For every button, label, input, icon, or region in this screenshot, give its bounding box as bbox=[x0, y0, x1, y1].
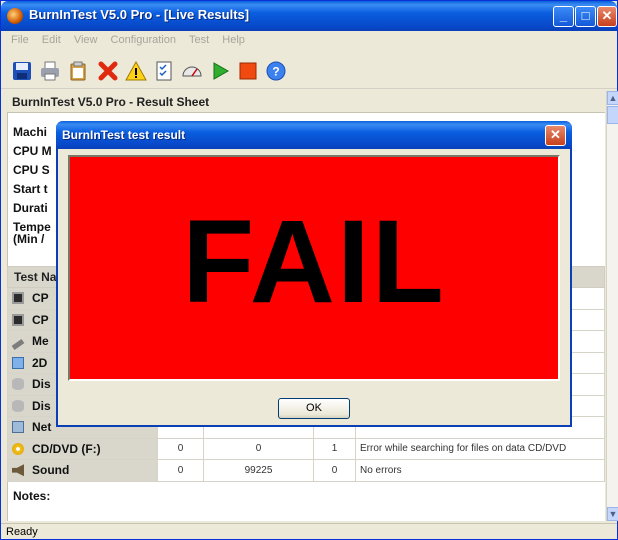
cycles-cell: 99225 bbox=[203, 459, 314, 482]
svg-text:?: ? bbox=[272, 65, 279, 79]
disk-icon bbox=[12, 378, 24, 391]
test-name: CD/DVD (F:) bbox=[32, 441, 101, 456]
cd-icon bbox=[12, 442, 24, 455]
network-icon bbox=[12, 421, 24, 434]
stop-x-icon[interactable] bbox=[97, 60, 119, 82]
test-result-dialog: BurnInTest test result ✕ FAIL OK bbox=[56, 121, 572, 427]
status-bar: Ready bbox=[1, 523, 617, 539]
speaker-icon bbox=[12, 464, 24, 477]
monitor-icon bbox=[12, 356, 24, 369]
test-name: Net bbox=[32, 420, 52, 435]
info-label-cpu-manufacturer: CPU M bbox=[13, 144, 52, 158]
test-name-cell: CD/DVD (F:) bbox=[7, 437, 158, 460]
dialog-title: BurnInTest test result bbox=[62, 128, 186, 142]
toolbar: ? bbox=[1, 51, 617, 89]
gauge-icon[interactable] bbox=[181, 60, 203, 82]
stop-icon[interactable] bbox=[237, 60, 259, 82]
message-cell: Error while searching for files on data … bbox=[355, 437, 605, 460]
info-label-temperature-range: (Min / bbox=[13, 232, 45, 246]
test-name: 2D bbox=[32, 355, 48, 370]
minimize-button[interactable]: _ bbox=[553, 6, 574, 27]
warning-icon[interactable] bbox=[125, 60, 147, 82]
cycles-cell: 0 bbox=[203, 437, 314, 460]
title-bar[interactable]: BurnInTest V5.0 Pro - [Live Results] _ □… bbox=[1, 1, 617, 31]
info-label-duration: Durati bbox=[13, 201, 48, 215]
info-label-cpu-speed: CPU S bbox=[13, 163, 50, 177]
test-name: Sound bbox=[32, 463, 70, 478]
message-cell: No errors bbox=[355, 459, 605, 482]
app-icon bbox=[7, 8, 23, 24]
vertical-scrollbar[interactable]: ▲ ▼ bbox=[606, 91, 618, 521]
scroll-thumb[interactable] bbox=[607, 106, 618, 124]
save-icon[interactable] bbox=[11, 60, 33, 82]
menu-edit[interactable]: Edit bbox=[37, 31, 66, 46]
close-button[interactable]: ✕ bbox=[597, 6, 617, 27]
checklist-icon[interactable] bbox=[153, 60, 175, 82]
errors-cell: 0 bbox=[157, 437, 204, 460]
table-row[interactable]: CD/DVD (F:) 0 0 1 Error while searching … bbox=[7, 437, 605, 460]
menu-help[interactable]: Help bbox=[217, 31, 250, 46]
test-name: CP bbox=[32, 312, 49, 327]
test-name: Dis bbox=[32, 398, 51, 413]
table-row[interactable]: Sound 0 99225 0 No errors bbox=[7, 459, 605, 482]
test-name-cell: Sound bbox=[7, 459, 158, 482]
errors-cell: 0 bbox=[157, 459, 204, 482]
result-panel: FAIL bbox=[68, 155, 560, 381]
test-name: Dis bbox=[32, 377, 51, 392]
cpu-icon bbox=[12, 313, 24, 326]
info-label-start-time: Start t bbox=[13, 182, 48, 196]
ops-cell: 0 bbox=[313, 459, 356, 482]
dialog-close-button[interactable]: ✕ bbox=[545, 125, 566, 146]
menu-test[interactable]: Test bbox=[184, 31, 214, 46]
ops-cell: 1 bbox=[313, 437, 356, 460]
print-icon[interactable] bbox=[39, 60, 61, 82]
info-label-machine: Machi bbox=[13, 125, 48, 139]
menu-view[interactable]: View bbox=[69, 31, 103, 46]
result-text: FAIL bbox=[182, 196, 446, 328]
scroll-up-arrow-icon[interactable]: ▲ bbox=[607, 91, 618, 105]
maximize-button[interactable]: □ bbox=[575, 6, 596, 27]
dialog-title-bar[interactable]: BurnInTest test result ✕ bbox=[56, 121, 572, 149]
menu-file[interactable]: File bbox=[1, 31, 34, 46]
cpu-icon bbox=[12, 292, 24, 305]
result-sheet-header: BurnInTest V5.0 Pro - Result Sheet bbox=[7, 91, 605, 113]
menu-bar: File Edit View Configuration Test Help bbox=[1, 31, 617, 51]
scroll-down-arrow-icon[interactable]: ▼ bbox=[607, 507, 618, 521]
window-title: BurnInTest V5.0 Pro - [Live Results] bbox=[29, 7, 250, 22]
notes-label: Notes: bbox=[13, 489, 51, 503]
test-name: Me bbox=[32, 334, 49, 349]
status-text: Ready bbox=[6, 526, 38, 538]
memory-icon bbox=[11, 339, 25, 351]
clipboard-icon[interactable] bbox=[67, 60, 89, 82]
play-icon[interactable] bbox=[209, 60, 231, 82]
test-name: CP bbox=[32, 291, 49, 306]
help-icon[interactable]: ? bbox=[265, 60, 287, 82]
menu-configuration[interactable]: Configuration bbox=[106, 31, 181, 46]
ok-button[interactable]: OK bbox=[278, 398, 350, 419]
disk-icon bbox=[12, 399, 24, 412]
